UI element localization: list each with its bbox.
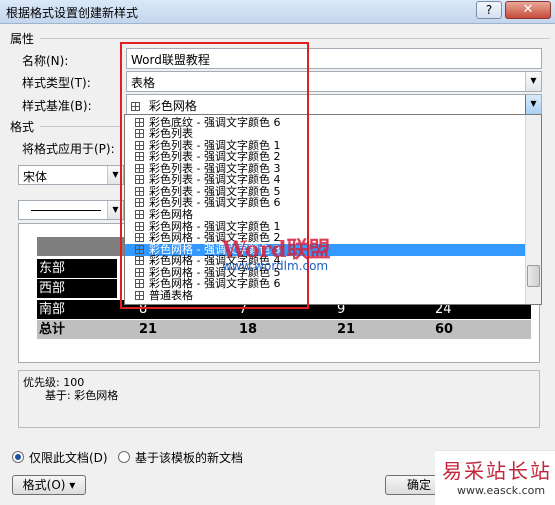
style-base-label: 样式基准(B): — [22, 99, 92, 113]
chevron-down-icon[interactable]: ▼ — [525, 95, 541, 114]
total-row: 总计 21 18 21 60 — [37, 320, 531, 339]
format-divider — [40, 126, 120, 127]
based-on-text: 基于: 彩色网格 — [45, 389, 119, 402]
style-type-label: 样式类型(T): — [22, 76, 91, 90]
close-button[interactable]: ✕ — [505, 1, 551, 19]
help-button[interactable]: ? — [476, 1, 502, 19]
site-name: 易采站长站 — [442, 459, 552, 483]
line-style-icon — [31, 210, 101, 211]
row-label: 东部 — [37, 259, 117, 278]
font-select[interactable]: 宋体 ▼ — [18, 165, 124, 185]
new-docs-template-radio[interactable] — [118, 451, 130, 463]
new-docs-template-label: 基于该模板的新文档 — [135, 451, 244, 465]
total-value: 18 — [239, 322, 258, 337]
font-value: 宋体 — [23, 170, 48, 184]
window-title: 根据格式设置创建新样式 — [6, 6, 139, 20]
total-value: 21 — [139, 322, 158, 337]
highlight-box — [120, 42, 309, 309]
total-label: 总计 — [39, 322, 66, 337]
site-watermark: 易采站长站 www.easck.com — [435, 450, 555, 505]
format-menu-button[interactable]: 格式(O) ▾ — [12, 475, 86, 495]
apply-format-label: 将格式应用于(P): — [22, 142, 115, 156]
only-this-document-label: 仅限此文档(D) — [29, 451, 108, 465]
border-style-select[interactable]: ▼ — [18, 200, 124, 220]
row-label: 南部 — [39, 302, 66, 317]
title-bar: 根据格式设置创建新样式 ? ✕ — [0, 0, 555, 24]
total-value: 60 — [435, 322, 454, 337]
properties-group-label: 属性 — [10, 32, 35, 46]
style-description: 优先级: 100 基于: 彩色网格 — [18, 370, 540, 428]
site-url: www.easck.com — [457, 484, 546, 497]
total-value: 21 — [337, 322, 356, 337]
scrollbar-thumb[interactable] — [527, 265, 540, 287]
properties-divider — [40, 38, 550, 39]
name-label: 名称(N): — [22, 54, 69, 68]
chevron-down-icon[interactable]: ▼ — [525, 72, 541, 91]
format-group-label: 格式 — [10, 120, 35, 134]
only-this-document-radio[interactable] — [12, 451, 24, 463]
dropdown-scrollbar[interactable] — [525, 115, 541, 304]
row-label: 西部 — [37, 279, 117, 298]
